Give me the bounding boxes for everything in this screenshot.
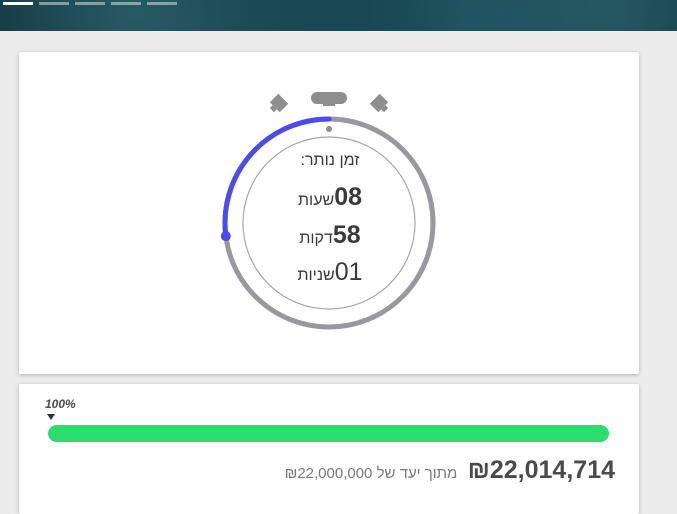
amount-summary: ₪22,014,714 מתוך יעד של ₪22,000,000 <box>285 456 615 485</box>
timer-progress-arc <box>222 116 332 239</box>
slider-pagination <box>3 2 177 5</box>
header-banner <box>0 0 677 31</box>
slider-dot-3[interactable] <box>75 2 105 5</box>
stopwatch-left-button-icon <box>269 93 289 113</box>
slider-dot-1[interactable] <box>3 2 33 5</box>
raised-amount: ₪22,014,714 <box>467 456 615 484</box>
minutes-display: 58דקות <box>275 221 385 250</box>
slider-dot-5[interactable] <box>147 2 177 5</box>
progress-bar-track <box>48 425 609 442</box>
countdown-card: זמן נותר: 08שעות 58דקות 01שניות <box>19 52 639 374</box>
hours-unit: שעות <box>297 192 335 209</box>
minutes-unit: דקות <box>299 230 333 247</box>
stopwatch-timer: זמן נותר: 08שעות 58דקות 01שניות <box>215 90 445 340</box>
minutes-value: 58 <box>332 221 361 249</box>
goal-amount-text: מתוך יעד של ₪22,000,000 <box>284 465 458 482</box>
hours-value: 08 <box>334 183 362 211</box>
slider-dot-4[interactable] <box>111 2 141 5</box>
time-remaining-label: זמן נותר: <box>300 152 360 169</box>
stopwatch-graphic <box>220 92 436 330</box>
seconds-unit: שניות <box>297 267 335 284</box>
timer-progress-knob <box>220 231 231 242</box>
campaign-progress-card: 100% ₪22,014,714 מתוך יעד של ₪22,000,000 <box>19 384 639 514</box>
progress-percent-label: 100% <box>45 397 76 411</box>
progress-marker-icon <box>47 414 55 420</box>
timer-top-tick-icon <box>326 126 332 132</box>
seconds-display: 01שניות <box>275 258 385 287</box>
seconds-value: 01 <box>334 258 363 286</box>
progress-bar-fill <box>48 425 609 442</box>
stopwatch-right-button-icon <box>369 93 389 113</box>
slider-dot-2[interactable] <box>39 2 69 5</box>
hours-display: 08שעות <box>275 183 385 212</box>
